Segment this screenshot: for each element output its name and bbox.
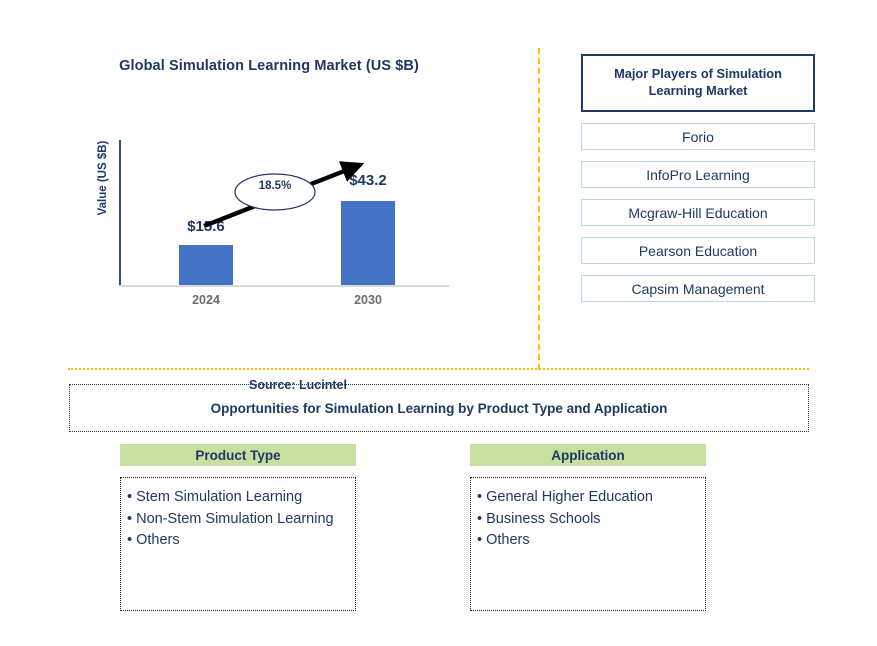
player-row[interactable]: Mcgraw-Hill Education [581, 199, 815, 226]
segment-item: General Higher Education [477, 488, 699, 507]
segment-column-product-type: Product Type Stem Simulation Learning No… [120, 444, 356, 611]
segment-list-application: General Higher Education Business School… [470, 477, 706, 611]
segment-item: Business Schools [477, 510, 699, 529]
segment-item: Others [477, 531, 699, 550]
major-players-header: Major Players of Simulation Learning Mar… [581, 54, 815, 112]
player-name: InfoPro Learning [646, 166, 750, 183]
player-name: Forio [682, 128, 714, 145]
player-name: Capsim Management [631, 280, 765, 297]
segment-column-application: Application General Higher Education Bus… [470, 444, 706, 611]
player-row[interactable]: InfoPro Learning [581, 161, 815, 188]
cagr-annotation [203, 161, 365, 229]
player-row[interactable]: Pearson Education [581, 237, 815, 264]
player-row[interactable]: Capsim Management [581, 275, 815, 302]
segment-item: Others [127, 531, 349, 550]
segment-header-product-type: Product Type [120, 444, 356, 466]
player-row[interactable]: Forio [581, 123, 815, 150]
segment-list-product-type: Stem Simulation Learning Non-Stem Simula… [120, 477, 356, 611]
opportunities-banner: Opportunities for Simulation Learning by… [69, 384, 809, 432]
segment-item: Non-Stem Simulation Learning [127, 510, 349, 529]
chart-title: Global Simulation Learning Market (US $B… [119, 58, 419, 74]
cagr-label: 18.5% [258, 180, 292, 192]
major-players-panel: Major Players of Simulation Learning Mar… [581, 54, 815, 302]
player-name: Mcgraw-Hill Education [628, 204, 768, 221]
chart-plot-area: Value (US $B) $15.6 $43.2 2024 2030 18.5… [97, 120, 460, 307]
vertical-divider [538, 48, 540, 370]
infographic-page: Global Simulation Learning Market (US $B… [0, 0, 877, 646]
segment-item: Stem Simulation Learning [127, 488, 349, 507]
horizontal-divider [68, 368, 809, 370]
market-chart-panel: Global Simulation Learning Market (US $B… [0, 40, 538, 392]
player-name: Pearson Education [638, 242, 758, 259]
segment-header-application: Application [470, 444, 706, 466]
